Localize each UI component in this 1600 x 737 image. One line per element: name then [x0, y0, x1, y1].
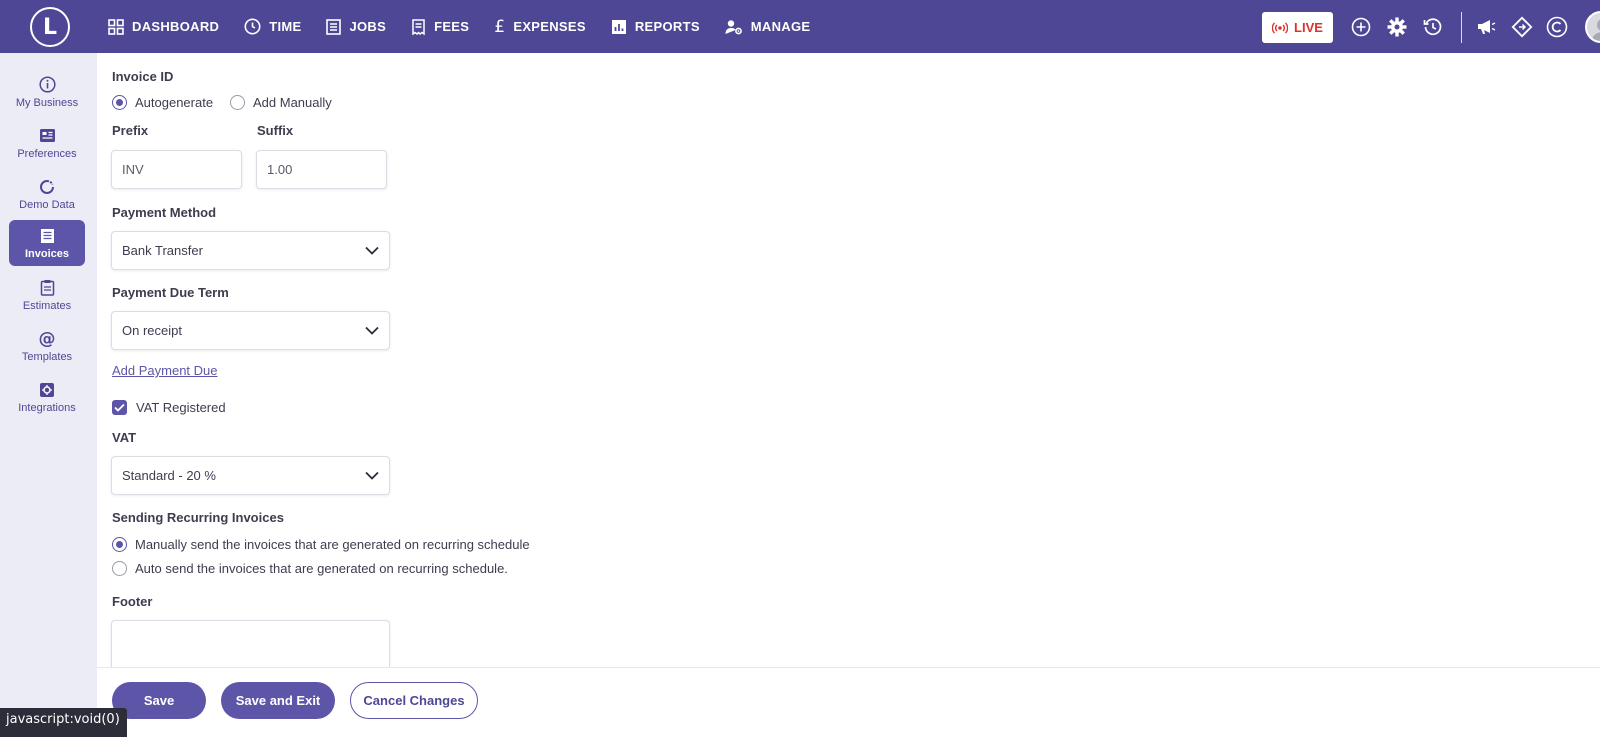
clipboard-icon	[40, 279, 55, 297]
sidebar-item-integrations[interactable]: Integrations	[9, 374, 85, 420]
vat-select[interactable]: Standard - 20 %	[111, 456, 390, 495]
nav-expenses[interactable]: £ EXPENSES	[494, 17, 586, 37]
nav-reports[interactable]: REPORTS	[611, 19, 700, 35]
add-payment-due-link[interactable]: Add Payment Due	[112, 363, 218, 378]
radio-autogenerate[interactable]: Autogenerate	[112, 95, 213, 110]
radio-add-manually[interactable]: Add Manually	[230, 95, 332, 110]
radio-manual-send[interactable]: Manually send the invoices that are gene…	[112, 537, 530, 552]
sidebar-item-my-business[interactable]: My Business	[9, 69, 85, 115]
history-icon[interactable]	[1422, 16, 1444, 38]
radio-autogenerate-label: Autogenerate	[135, 95, 214, 110]
nav-expenses-label: EXPENSES	[513, 19, 586, 34]
main-nav: DASHBOARD TIME JOBS FEES £ EXPENSES REPO…	[108, 0, 835, 53]
payment-method-select[interactable]: Bank Transfer	[111, 231, 390, 270]
at-icon: @	[38, 328, 56, 349]
preferences-icon	[39, 127, 56, 145]
settings-sidebar: My Business Preferences Demo Data Invoic…	[0, 53, 97, 737]
gear-icon[interactable]	[1386, 16, 1408, 38]
vat-value: Standard - 20 %	[122, 468, 216, 483]
c-logo-icon[interactable]	[1546, 16, 1568, 38]
nav-time-label: TIME	[269, 19, 302, 34]
list-icon	[326, 18, 342, 35]
top-navbar: L DASHBOARD TIME JOBS FEES £ EXPENSES RE…	[0, 0, 1600, 53]
payment-due-term-label: Payment Due Term	[112, 285, 229, 300]
prefix-label: Prefix	[112, 123, 149, 138]
radio-manual-send-label: Manually send the invoices that are gene…	[135, 537, 530, 552]
invoice-id-label: Invoice ID	[112, 69, 174, 84]
payment-due-term-select[interactable]: On receipt	[111, 311, 390, 350]
vat-registered-checkbox[interactable]: VAT Registered	[112, 400, 226, 415]
checkbox-checked-icon	[112, 400, 127, 415]
radio-unselected-icon	[112, 561, 127, 576]
chevron-down-icon	[365, 326, 379, 335]
radio-auto-send[interactable]: Auto send the invoices that are generate…	[112, 561, 508, 576]
nav-reports-label: REPORTS	[634, 19, 700, 34]
browser-status-tooltip: javascript:void(0)	[0, 708, 127, 737]
megaphone-icon[interactable]	[1475, 16, 1497, 38]
chevron-down-icon	[365, 471, 379, 480]
refresh-icon	[38, 178, 56, 196]
receipt-icon	[412, 18, 425, 35]
sidebar-item-estimates[interactable]: Estimates	[9, 272, 85, 318]
action-bar: Save Save and Exit Cancel Changes	[97, 667, 1600, 737]
chevron-down-icon	[365, 246, 379, 255]
sidebar-item-label: Estimates	[22, 299, 72, 312]
app-logo[interactable]: L	[30, 7, 70, 47]
sidebar-item-label: Invoices	[24, 247, 70, 260]
integration-icon	[39, 381, 55, 399]
invoice-settings-form: Invoice ID Autogenerate Add Manually Pre…	[97, 53, 1600, 737]
sidebar-item-templates[interactable]: @ Templates	[9, 323, 85, 369]
nav-dashboard-label: DASHBOARD	[132, 19, 220, 34]
prefix-input[interactable]: INV	[111, 150, 242, 189]
suffix-input[interactable]: 1.00	[256, 150, 387, 189]
radio-add-manually-label: Add Manually	[253, 95, 332, 110]
sidebar-item-label: Demo Data	[19, 198, 75, 211]
diamond-icon[interactable]	[1511, 16, 1533, 38]
invoice-icon	[40, 227, 55, 245]
recurring-invoices-label: Sending Recurring Invoices	[112, 510, 284, 525]
save-and-exit-button[interactable]: Save and Exit	[221, 682, 335, 719]
sidebar-item-label: Templates	[21, 350, 73, 363]
vat-label: VAT	[112, 430, 137, 445]
sidebar-item-invoices[interactable]: Invoices	[9, 220, 85, 266]
sidebar-item-label: My Business	[15, 96, 79, 109]
live-button[interactable]: LIVE	[1262, 12, 1333, 43]
info-icon	[38, 76, 56, 94]
radio-selected-icon	[112, 537, 127, 552]
sidebar-item-label: Preferences	[17, 147, 77, 160]
nav-dashboard[interactable]: DASHBOARD	[108, 18, 220, 35]
live-label: LIVE	[1294, 20, 1323, 35]
sidebar-item-label: Integrations	[18, 401, 76, 414]
nav-time[interactable]: TIME	[244, 18, 301, 35]
sidebar-item-preferences[interactable]: Preferences	[9, 120, 85, 166]
nav-fees-label: FEES	[434, 19, 470, 34]
clock-icon	[244, 18, 261, 35]
payment-due-term-value: On receipt	[122, 323, 182, 338]
suffix-label: Suffix	[257, 123, 294, 138]
sidebar-item-demo-data[interactable]: Demo Data	[9, 171, 85, 217]
pound-icon: £	[494, 16, 506, 37]
toolbar-divider	[1461, 12, 1462, 43]
nav-jobs-label: JOBS	[349, 19, 387, 34]
nav-manage[interactable]: MANAGE	[725, 19, 811, 35]
user-gear-icon	[725, 19, 742, 34]
radio-auto-send-label: Auto send the invoices that are generate…	[135, 561, 508, 576]
payment-method-value: Bank Transfer	[122, 243, 203, 258]
payment-method-label: Payment Method	[112, 205, 217, 220]
nav-fees[interactable]: FEES	[411, 18, 470, 35]
vat-registered-label: VAT Registered	[136, 400, 226, 415]
grid-icon	[108, 18, 124, 35]
cancel-changes-button[interactable]: Cancel Changes	[350, 682, 478, 719]
footer-label: Footer	[112, 594, 153, 609]
plus-circle-icon[interactable]	[1350, 16, 1372, 38]
nav-jobs[interactable]: JOBS	[326, 18, 387, 35]
radio-selected-icon	[112, 95, 127, 110]
report-icon	[611, 19, 626, 34]
user-avatar[interactable]	[1585, 11, 1600, 43]
nav-manage-label: MANAGE	[750, 19, 811, 34]
broadcast-icon	[1272, 22, 1289, 33]
radio-unselected-icon	[230, 95, 245, 110]
